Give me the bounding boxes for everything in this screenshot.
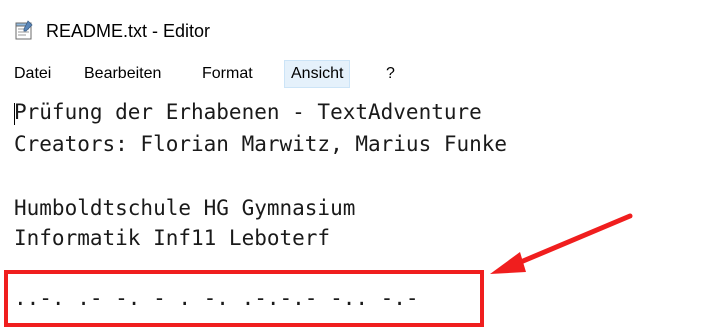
menu-help[interactable]: ? xyxy=(380,60,401,88)
notepad-icon xyxy=(15,20,33,40)
annotation-highlight-box xyxy=(4,270,484,327)
text-line-creators: Creators: Florian Marwitz, Marius Funke xyxy=(14,132,508,156)
menu-ansicht[interactable]: Ansicht xyxy=(284,60,351,88)
text-line-course: Informatik Inf11 Leboterf xyxy=(14,226,331,250)
annotation-arrow-icon xyxy=(490,213,633,274)
menu-bar: Datei Bearbeiten Format Ansicht ? xyxy=(0,56,716,92)
menu-format[interactable]: Format xyxy=(196,60,259,88)
menu-datei[interactable]: Datei xyxy=(8,60,57,88)
text-line-title: Prüfung der Erhabenen - TextAdventure xyxy=(14,100,482,124)
text-line-school: Humboldtschule HG Gymnasium xyxy=(14,196,356,220)
title-bar[interactable]: README.txt - Editor xyxy=(0,0,716,56)
text-caret xyxy=(14,103,15,125)
menu-bearbeiten[interactable]: Bearbeiten xyxy=(78,60,167,88)
window-title: README.txt - Editor xyxy=(46,21,211,41)
